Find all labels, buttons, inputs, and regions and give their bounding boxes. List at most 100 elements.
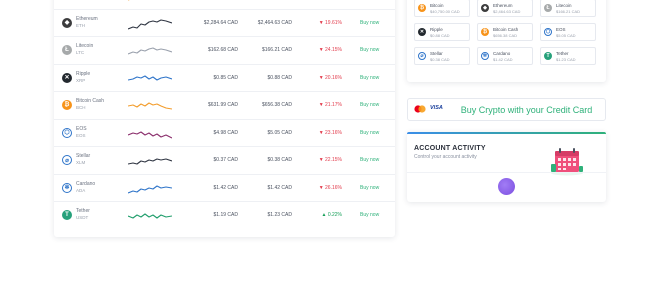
buy-now-link[interactable]: Buy now [360, 212, 379, 218]
price-change: ▼ 21.17% [310, 102, 342, 108]
coin-name: Ethereum [76, 15, 98, 22]
sell-price: $1.42 CAD [267, 184, 292, 191]
account-activity-subtitle: Control your account activity [414, 154, 477, 160]
buy-price: $4.98 CAD [213, 129, 238, 136]
ripple-icon: ✕ [418, 28, 426, 36]
wallet-tile-stellar[interactable]: ⌀ Stellar $0.38 CAD [414, 47, 470, 65]
sparkline [128, 184, 172, 194]
wallet-name: EOS [556, 27, 566, 32]
wallet-name: Cardano [493, 51, 511, 56]
sell-price: $166.21 CAD [261, 47, 292, 53]
buy-price: $2,284.64 CAD [203, 19, 238, 26]
coin-symbol: LTC [76, 50, 85, 55]
wallets-card: ₿ Bitcoin $40,750.00 CAD ◆ Ethereum $2,4… [407, 0, 606, 82]
buy-price: $1.19 CAD [213, 212, 238, 218]
wallet-name: Litecoin [556, 3, 572, 8]
coin-symbol: ADA [76, 187, 86, 193]
price-change: ▼ 22.15% [310, 157, 342, 163]
wallet-tile-ethereum[interactable]: ◆ Ethereum $2,464.63 CAD [477, 0, 533, 17]
wallet-balance: $1.42 CAD [493, 57, 513, 62]
coin-symbol: XRP [76, 77, 86, 83]
sparkline [128, 47, 172, 55]
coin-symbol: XLM [76, 160, 86, 165]
market-row-ada: ✻ Cardano ADA $1.42 CAD $1.42 CAD ▼ 26.1… [54, 175, 395, 202]
coin-symbol: USDT [76, 215, 89, 220]
wallet-tile-cardano[interactable]: ✻ Cardano $1.42 CAD [477, 47, 533, 65]
market-row-btc: ₿ Bitcoin BTC $39,291.26 CAD $40,750.00 … [54, 0, 395, 10]
buy-price: $631.99 CAD [207, 102, 238, 108]
change-value: 19.61% [325, 19, 342, 26]
wallet-balance: $1.23 CAD [556, 57, 576, 62]
credit-card-label: Buy Crypto with your Credit Card [460, 105, 593, 115]
wallet-tile-bitcoin[interactable]: ₿ Bitcoin $40,750.00 CAD [414, 0, 470, 17]
coin-name: Stellar [76, 153, 91, 159]
buy-now-link[interactable]: Buy now [360, 102, 379, 108]
wallet-balance: $2,464.63 CAD [493, 9, 521, 14]
wallet-tile-eos[interactable]: ⬡ EOS $5.05 CAD [540, 23, 596, 41]
arrow-down-icon: ▼ [318, 184, 324, 191]
buy-price: $1.42 CAD [213, 184, 238, 191]
sparkline [128, 18, 172, 30]
visa-icon: VISA [430, 105, 443, 111]
sparkline [128, 0, 130, 1]
market-row-usdt: T Tether USDT $1.19 CAD $1.23 CAD ▲ 0.22… [54, 202, 395, 230]
sparkline [128, 130, 172, 138]
coin-name: Ripple [76, 70, 91, 77]
buy-price: $162.68 CAD [207, 47, 238, 53]
wallet-name: Tether [556, 51, 569, 56]
buy-now-link[interactable]: Buy now [360, 185, 379, 191]
avatar[interactable] [498, 178, 515, 195]
mastercard-icon [414, 105, 426, 113]
price-change: ▼ 24.15% [310, 47, 342, 53]
price-change: ▼ 19.61% [310, 20, 342, 26]
buy-now-link[interactable]: Buy now [360, 47, 379, 53]
buy-now-link[interactable]: Buy now [360, 157, 379, 163]
litecoin-icon: Ł [62, 45, 72, 55]
market-prices-card: ₿ Bitcoin BTC $39,291.26 CAD $40,750.00 … [54, 0, 395, 237]
stellar-icon: ⌀ [62, 155, 72, 165]
tether-icon: T [62, 210, 72, 220]
wallet-name: Ethereum [493, 3, 513, 8]
eos-icon: ⬡ [62, 127, 72, 138]
change-value: 0.22% [327, 212, 342, 218]
change-value: 22.15% [325, 157, 342, 163]
coin-name: Bitcoin Cash [76, 98, 105, 104]
buy-now-link[interactable]: Buy now [360, 130, 379, 136]
price-change: ▼ 20.16% [310, 75, 342, 81]
wallet-tile-tether[interactable]: T Tether $1.23 CAD [540, 47, 596, 65]
ripple-icon: ✕ [62, 72, 72, 83]
buy-with-credit-card-button[interactable]: VISA Buy Crypto with your Credit Card [407, 98, 606, 121]
wallet-name: Bitcoin [430, 3, 444, 8]
wallet-tile-bitcoin-cash[interactable]: ₿ Bitcoin Cash $656.38 CAD [477, 23, 533, 41]
sparkline [128, 213, 172, 219]
wallet-balance: $166.21 CAD [556, 9, 581, 14]
coin-name: Cardano [76, 180, 96, 187]
wallet-balance: $0.88 CAD [430, 33, 450, 38]
change-value: 23.16% [325, 129, 342, 136]
coin-name: Litecoin [76, 43, 94, 49]
sell-price: $0.38 CAD [267, 157, 292, 163]
buy-now-link[interactable]: Buy now [360, 75, 379, 81]
arrow-down-icon: ▼ [318, 47, 324, 53]
market-row-xrp: ✕ Ripple XRP $0.85 CAD $0.88 CAD ▼ 20.16… [54, 65, 395, 92]
eos-icon: ⬡ [544, 28, 552, 36]
sell-price: $656.38 CAD [261, 102, 292, 108]
wallet-balance: $0.38 CAD [430, 57, 450, 62]
coin-name: EOS [76, 125, 87, 132]
change-value: 20.16% [325, 74, 342, 81]
wallet-tile-ripple[interactable]: ✕ Ripple $0.88 CAD [414, 23, 470, 41]
wallet-tile-litecoin[interactable]: Ł Litecoin $166.21 CAD [540, 0, 596, 17]
change-value: 26.16% [325, 184, 342, 191]
coin-symbol: ETH [76, 22, 85, 28]
coin-symbol: EOS [76, 132, 86, 138]
market-row-ltc: Ł Litecoin LTC $162.68 CAD $166.21 CAD ▼… [54, 37, 395, 65]
buy-now-link[interactable]: Buy now [360, 20, 379, 26]
sparkline [128, 102, 172, 110]
price-change: ▲ 0.22% [310, 212, 342, 218]
arrow-down-icon: ▼ [318, 129, 324, 136]
market-row-bch: ₿ Bitcoin Cash BCH $631.99 CAD $656.38 C… [54, 92, 395, 120]
buy-price: $0.85 CAD [213, 74, 238, 81]
sell-price: $1.23 CAD [267, 212, 292, 218]
sell-price: $2,464.63 CAD [257, 19, 292, 26]
market-row-xlm: ⌀ Stellar XLM $0.37 CAD $0.38 CAD ▼ 22.1… [54, 147, 395, 175]
